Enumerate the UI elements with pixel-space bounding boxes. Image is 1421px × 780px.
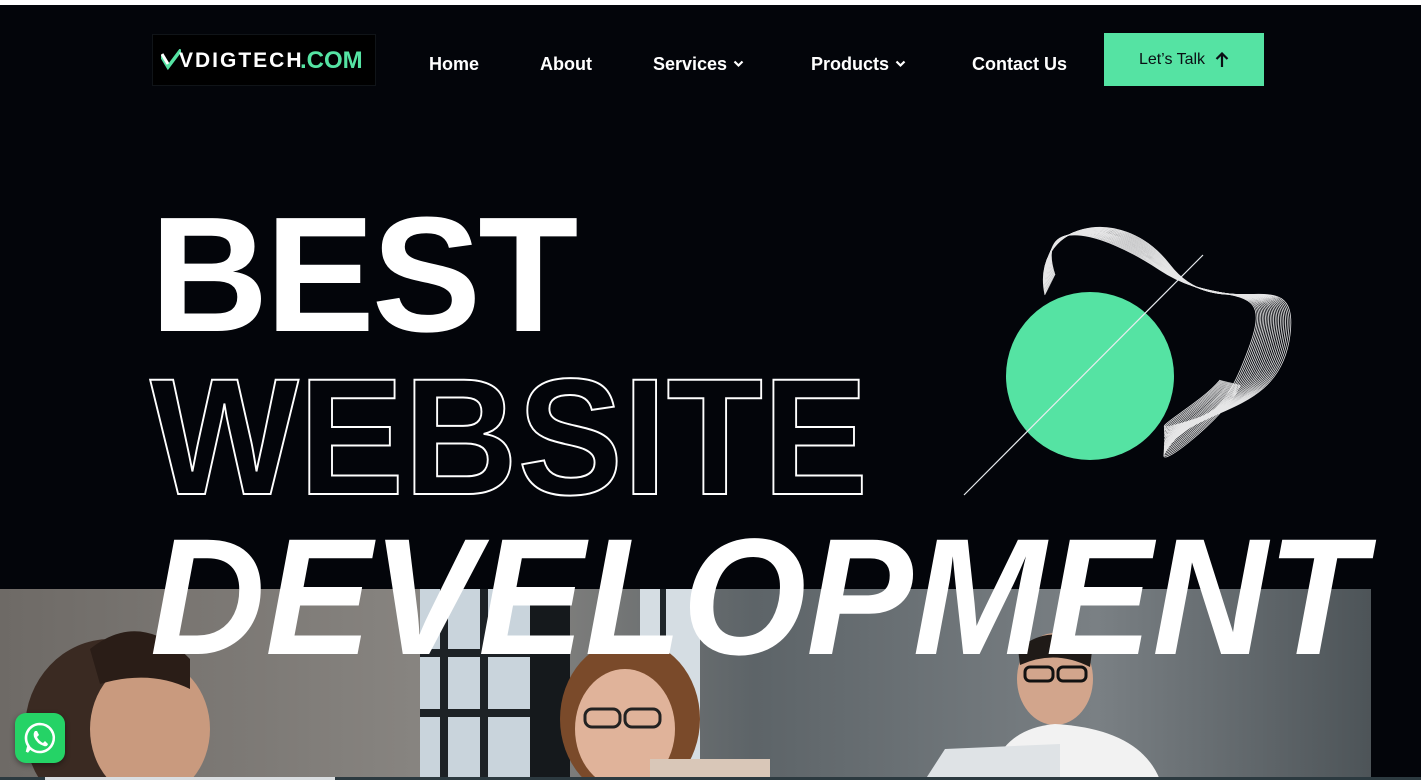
site-logo[interactable]: VDIGTECH .COM — [152, 34, 376, 86]
logo-domain-suffix: .COM — [300, 47, 363, 74]
team-office-photo — [0, 589, 1371, 780]
hero-right-edge — [1371, 589, 1421, 780]
whatsapp-chat-button[interactable] — [15, 713, 65, 763]
logo-brand-text: VDIGTECH — [179, 49, 304, 72]
nav-about[interactable]: About — [540, 51, 592, 77]
page: VDIGTECH .COM Home About Services Produc… — [0, 0, 1421, 780]
nav-home[interactable]: Home — [429, 51, 479, 77]
green-circle — [1006, 292, 1174, 460]
hero-section: VDIGTECH .COM Home About Services Produc… — [0, 5, 1421, 780]
arrow-up-icon — [1215, 51, 1229, 67]
nav-products-label: Products — [811, 54, 890, 74]
nav-home-label: Home — [429, 54, 480, 74]
nav-services[interactable]: Services — [653, 51, 744, 77]
lets-talk-label: Let’s Talk — [1138, 50, 1206, 68]
nav-about-label: About — [540, 54, 592, 74]
nav-contact-label: Contact Us — [972, 54, 1068, 74]
checkmark-icon — [161, 49, 181, 71]
nav-products[interactable]: Products — [811, 51, 906, 77]
chevron-down-icon — [733, 60, 744, 68]
nav-contact-us[interactable]: Contact Us — [972, 51, 1067, 77]
nav-services-label: Services — [653, 54, 728, 74]
whatsapp-icon — [24, 722, 56, 754]
lets-talk-button[interactable]: Let’s Talk — [1104, 33, 1264, 86]
headline-line-1: BEST — [150, 183, 578, 366]
chevron-down-icon — [895, 60, 906, 68]
